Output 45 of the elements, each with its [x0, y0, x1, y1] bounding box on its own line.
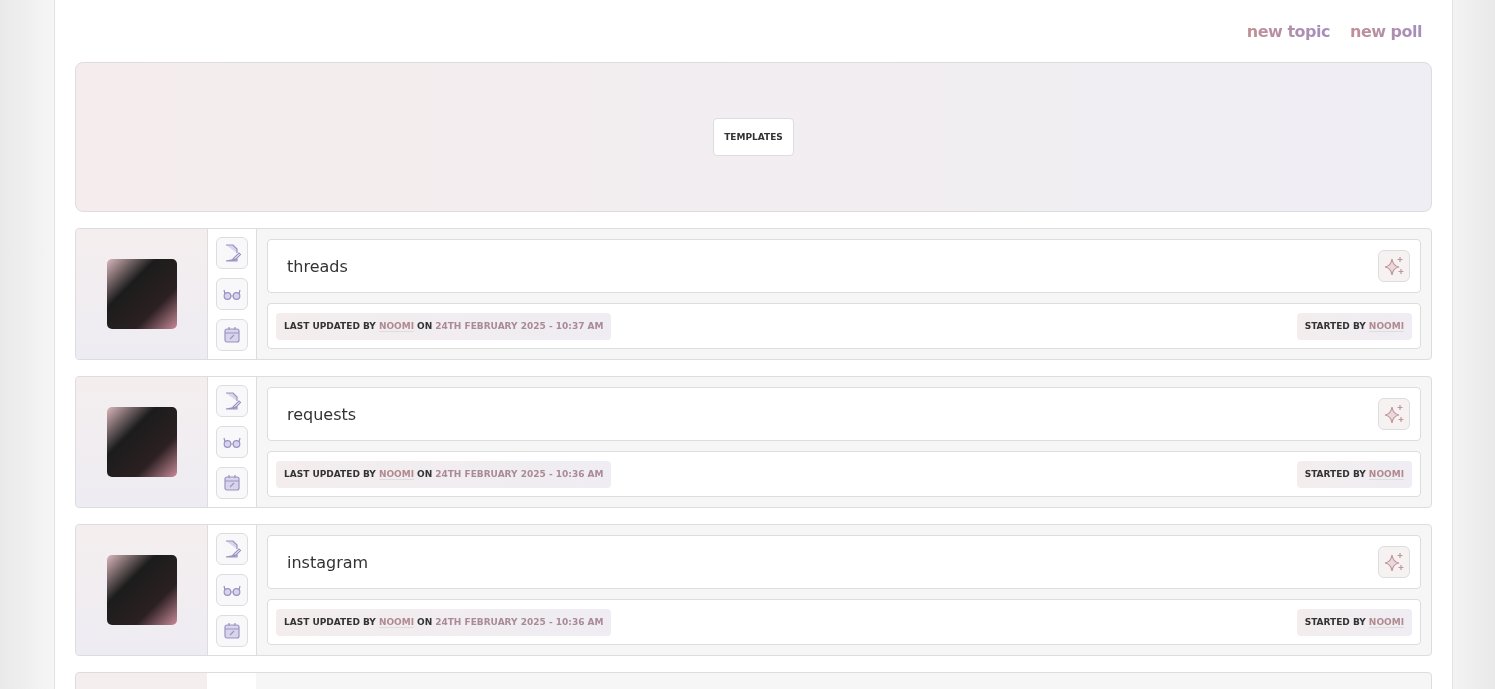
user-link[interactable]: NOOMI: [378, 320, 414, 332]
avatar-photo-placeholder: [106, 407, 177, 477]
view-button[interactable]: [216, 426, 248, 458]
last-updated-label: LAST UPDATED BY: [284, 468, 376, 480]
started-by-label: STARTED BY: [1304, 320, 1366, 332]
user-link[interactable]: NOOMI: [378, 616, 414, 628]
on-label: ON: [417, 468, 433, 480]
header-link[interactable]: new poll: [1350, 22, 1422, 41]
avatar-photo-placeholder: [106, 555, 177, 625]
started-by-label: STARTED BY: [1304, 468, 1366, 480]
sparkle-button[interactable]: [1378, 398, 1410, 430]
sparkle-icon: [1383, 551, 1405, 573]
topic-title[interactable]: instagram: [287, 552, 369, 572]
calendar-edit-icon: [222, 473, 242, 493]
calendar-button[interactable]: [216, 615, 248, 647]
on-label: ON: [417, 320, 433, 332]
post-date: 24TH FEBRUARY 2025 - 10:36 AM: [435, 616, 604, 628]
sparkle-button[interactable]: [1378, 250, 1410, 282]
edit-button[interactable]: [216, 385, 248, 417]
post-date: 24TH FEBRUARY 2025 - 10:36 AM: [435, 468, 604, 480]
calendar-edit-icon: [222, 621, 242, 641]
templates-button[interactable]: TEMPLATES: [713, 118, 794, 156]
topic-title[interactable]: requests: [287, 404, 357, 424]
calendar-button[interactable]: [216, 467, 248, 499]
edit-button[interactable]: [216, 237, 248, 269]
on-label: ON: [417, 616, 433, 628]
calendar-button[interactable]: [216, 319, 248, 351]
topic-title[interactable]: threads: [287, 256, 348, 276]
sparkle-icon: [1383, 403, 1405, 425]
avatar-photo-placeholder: [106, 259, 177, 329]
user-link[interactable]: NOOMI: [1368, 468, 1404, 480]
view-button[interactable]: [216, 574, 248, 606]
sparkle-button[interactable]: [1378, 546, 1410, 578]
calendar-edit-icon: [222, 325, 242, 345]
header-link[interactable]: new topic: [1246, 22, 1330, 41]
last-updated-label: LAST UPDATED BY: [284, 616, 376, 628]
started-by-label: STARTED BY: [1304, 616, 1366, 628]
post-date: 24TH FEBRUARY 2025 - 10:37 AM: [435, 320, 604, 332]
last-updated-label: LAST UPDATED BY: [284, 320, 376, 332]
user-link[interactable]: NOOMI: [1368, 616, 1404, 628]
user-link[interactable]: NOOMI: [378, 468, 414, 480]
sparkle-icon: [1383, 255, 1405, 277]
user-link[interactable]: NOOMI: [1368, 320, 1404, 332]
edit-button[interactable]: [216, 533, 248, 565]
view-button[interactable]: [216, 278, 248, 310]
